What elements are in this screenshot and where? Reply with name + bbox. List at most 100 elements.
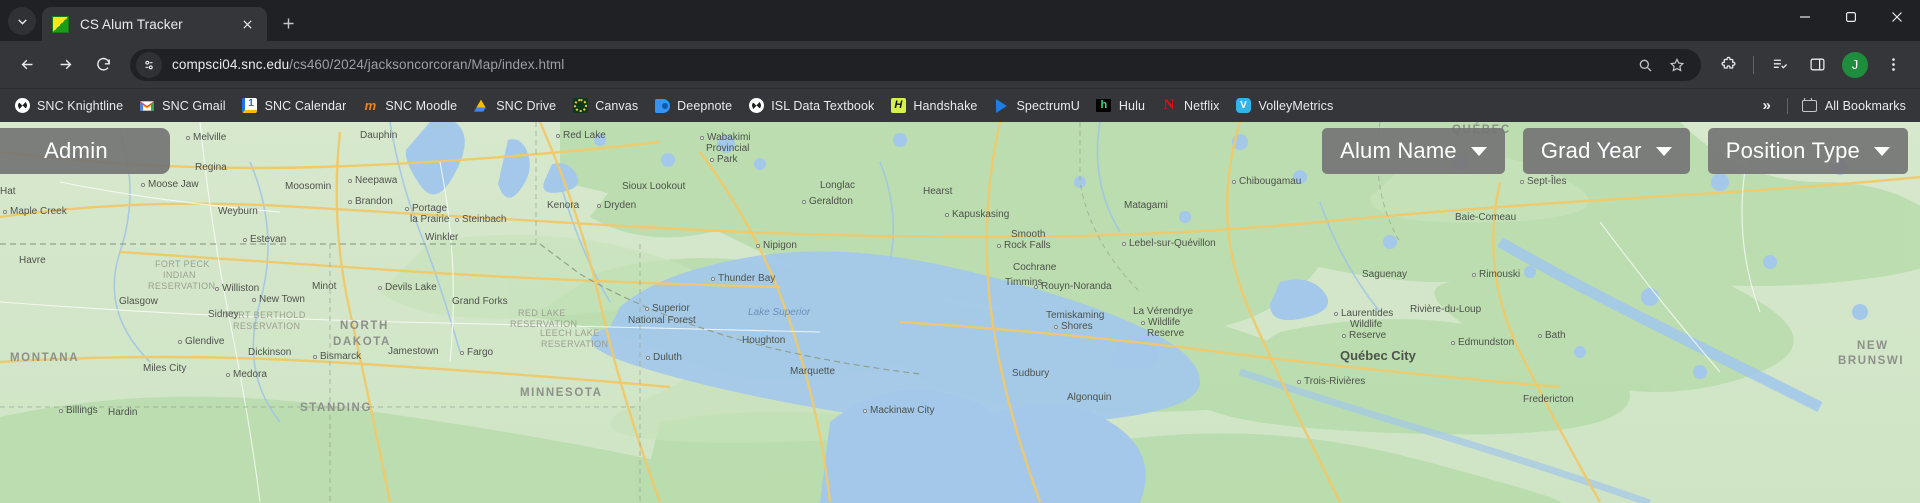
map-city-label: Havre	[19, 255, 46, 266]
bookmark-handshake[interactable]: H Handshake	[882, 93, 985, 119]
bookmark-snc-moodle[interactable]: m SNC Moodle	[354, 93, 465, 119]
side-panel-button[interactable]	[1801, 49, 1833, 81]
map-city-dot	[597, 204, 601, 208]
bookmark-deepnote[interactable]: Deepnote	[646, 93, 740, 119]
bookmark-label: SNC Calendar	[265, 99, 347, 113]
map-city-label: Melville	[193, 132, 226, 143]
map-city-label: Geraldton	[809, 196, 853, 207]
map-city-label: Steinbach	[462, 214, 506, 225]
chrome-menu-button[interactable]	[1877, 49, 1909, 81]
map-city-dot	[1451, 341, 1455, 345]
browser-tab[interactable]: CS Alum Tracker	[42, 7, 267, 41]
map-city-label: Rock Falls	[1004, 240, 1051, 251]
volleymetrics-icon: V	[1235, 98, 1251, 114]
close-window-button[interactable]	[1874, 0, 1920, 33]
gmail-icon	[139, 98, 155, 114]
alum-name-dropdown-label: Alum Name	[1340, 138, 1457, 164]
reading-list-button[interactable]	[1763, 49, 1795, 81]
zoom-button[interactable]	[1631, 51, 1659, 79]
profile-avatar[interactable]: J	[1842, 52, 1868, 78]
reload-button[interactable]	[87, 49, 119, 81]
bookmark-label: Canvas	[595, 99, 638, 113]
close-tab-button[interactable]	[237, 14, 257, 34]
bookmark-snc-drive[interactable]: SNC Drive	[465, 93, 564, 119]
gmail-glyph	[139, 100, 155, 112]
map-city-label: Devils Lake	[385, 282, 437, 293]
map-city-dot	[711, 277, 715, 281]
bookmark-netflix[interactable]: N Netflix	[1153, 93, 1227, 119]
map-city-label: Chibougamau	[1239, 176, 1301, 187]
map-city-label: Medora	[233, 369, 267, 380]
omnibox-actions	[1629, 51, 1693, 79]
bookmark-label: Handshake	[913, 99, 977, 113]
url-host: compsci04.snc.edu	[172, 57, 289, 72]
map-city-dot	[756, 244, 760, 248]
maximize-button[interactable]	[1828, 0, 1874, 33]
map-city-label: Miles City	[143, 363, 186, 374]
bookmark-button[interactable]	[1663, 51, 1691, 79]
deepnote-icon	[654, 98, 670, 114]
map-city-label: Reserve	[1349, 330, 1386, 341]
map-city-label: Grand Forks	[452, 296, 508, 307]
maximize-icon	[1845, 11, 1857, 23]
address-bar[interactable]: compsci04.snc.edu/cs460/2024/jacksoncorc…	[130, 49, 1701, 81]
bookmark-isl-data-textbook[interactable]: ISL Data Textbook	[740, 93, 882, 119]
bookmark-snc-gmail[interactable]: SNC Gmail	[131, 93, 233, 119]
reading-list-icon	[1771, 56, 1788, 73]
bookmark-canvas[interactable]: Canvas	[564, 93, 646, 119]
map-city-label: Hardin	[108, 407, 137, 418]
map-state-label: NEW	[1857, 340, 1889, 352]
map-city-dot	[645, 307, 649, 311]
map-city-label: Sidney	[208, 309, 239, 320]
bookmark-volleymetrics[interactable]: V VolleyMetrics	[1227, 93, 1341, 119]
map-city-label: Bismarck	[320, 351, 361, 362]
chevron-down-icon	[1874, 147, 1890, 156]
bookmark-spectrumu[interactable]: SpectrumU	[985, 93, 1087, 119]
search-tabs-button[interactable]	[8, 7, 36, 35]
map-city-label: Park	[717, 154, 738, 165]
back-button[interactable]	[11, 49, 43, 81]
position-type-dropdown[interactable]: Position Type	[1708, 128, 1908, 174]
folder-icon	[1802, 98, 1818, 114]
map-city-label: Neepawa	[355, 175, 397, 186]
grad-year-dropdown[interactable]: Grad Year	[1523, 128, 1690, 174]
map-city-label: Marquette	[790, 366, 835, 377]
map-city-label: Thunder Bay	[718, 273, 775, 284]
map-city-label: Temiskaming	[1046, 310, 1104, 321]
map-city-label: Provincial	[706, 143, 749, 154]
map-city-label: Wabakimi	[707, 132, 751, 143]
plus-icon	[281, 16, 296, 31]
extensions-button[interactable]	[1712, 49, 1744, 81]
admin-button[interactable]: Admin	[0, 128, 170, 174]
map-city-dot	[1342, 334, 1346, 338]
minimize-button[interactable]	[1782, 0, 1828, 33]
map-city-label: Mackinaw City	[870, 405, 934, 416]
forward-button[interactable]	[49, 49, 81, 81]
map-viewport[interactable]: MONTANA NORTH DAKOTA MINNESOTA STANDING …	[0, 122, 1920, 503]
new-tab-button[interactable]	[273, 8, 303, 38]
all-bookmarks-button[interactable]: All Bookmarks	[1794, 93, 1914, 119]
site-info-button[interactable]	[136, 52, 162, 78]
alum-name-dropdown[interactable]: Alum Name	[1322, 128, 1505, 174]
chevron-down-icon	[16, 15, 29, 28]
map-city-label: Superior	[652, 303, 690, 314]
map-city-dot	[460, 351, 464, 355]
bookmarks-overflow-button[interactable]: »	[1752, 97, 1780, 114]
bookmark-snc-calendar[interactable]: 1 SNC Calendar	[234, 93, 355, 119]
map-city-label: Brandon	[355, 196, 393, 207]
all-bookmarks-label: All Bookmarks	[1825, 99, 1906, 113]
bookmark-snc-knightline[interactable]: SNC Knightline	[6, 93, 131, 119]
map-state-label: MINNESOTA	[520, 387, 603, 399]
map-city-dot	[556, 134, 560, 138]
bookmark-label: VolleyMetrics	[1258, 99, 1333, 113]
map-city-dot	[178, 340, 182, 344]
bookmark-hulu[interactable]: h Hulu	[1088, 93, 1153, 119]
map-city-label: Sept-Îles	[1527, 176, 1566, 187]
map-city-label: Regina	[195, 162, 227, 173]
map-city-label: Jamestown	[388, 346, 439, 357]
map-city-dot	[700, 136, 704, 140]
map-city-label: Duluth	[653, 352, 682, 363]
map-city-label: Glendive	[185, 336, 224, 347]
map-city-label: Matagami	[1124, 200, 1168, 211]
close-icon	[242, 19, 253, 30]
